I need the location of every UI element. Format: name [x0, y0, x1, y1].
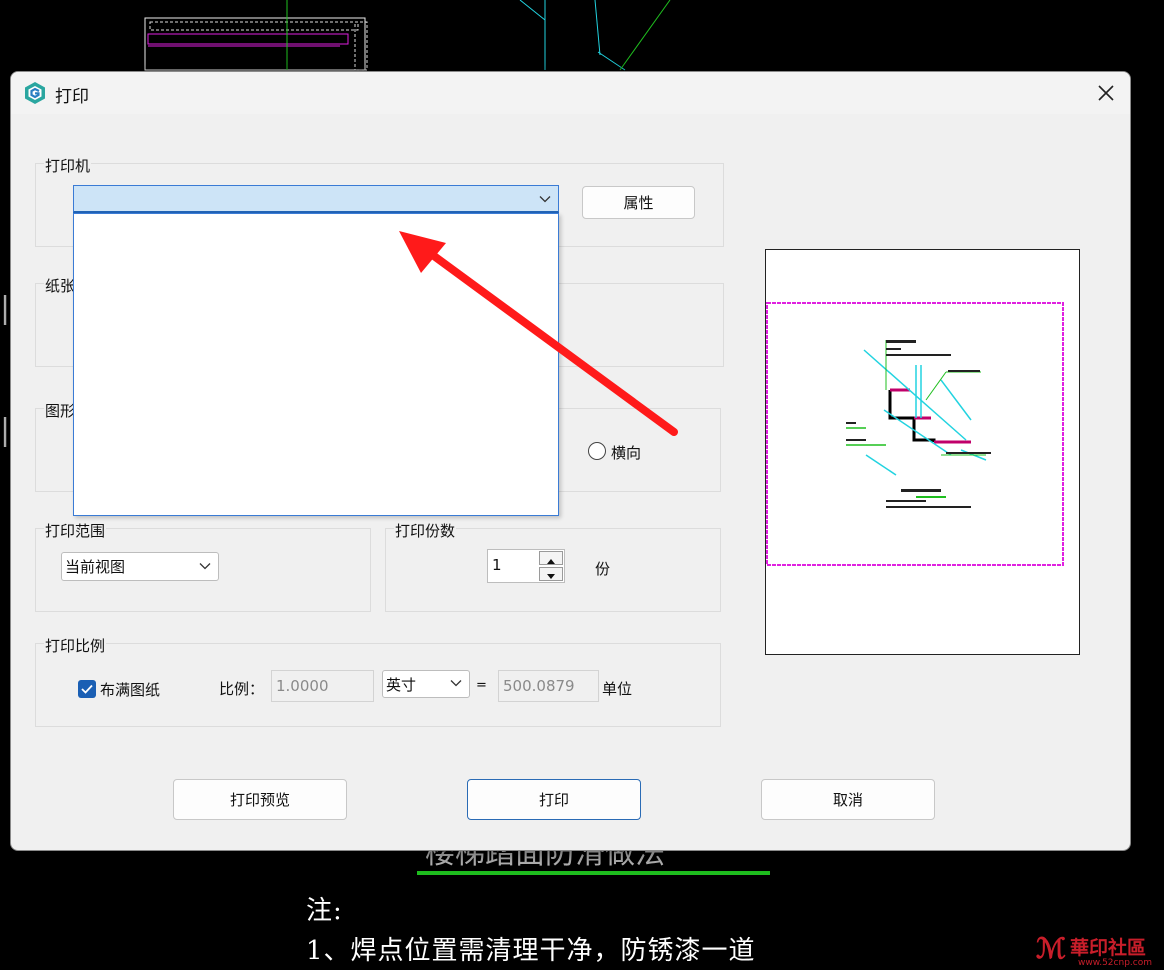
- chevron-down-icon: [450, 680, 462, 687]
- copies-unit: 份: [595, 560, 611, 578]
- close-icon: [1098, 85, 1114, 101]
- print-preview-button[interactable]: 打印预览: [173, 779, 347, 820]
- units-input[interactable]: 500.0879: [498, 670, 599, 702]
- triangle-down-icon: [547, 574, 555, 579]
- print-range-value: 当前视图: [65, 558, 126, 576]
- print-button[interactable]: 打印: [467, 779, 641, 820]
- copies-value: 1: [492, 556, 502, 574]
- cad-note-title: 注:: [306, 896, 343, 926]
- preview-drawing: [766, 302, 1064, 566]
- print-scale-group-label: 打印比例: [44, 635, 107, 656]
- checkmark-icon: [81, 684, 93, 694]
- cad-line: [597, 51, 626, 71]
- cad-text-fragment: |: [0, 291, 10, 326]
- ratio-input[interactable]: 1.0000: [271, 670, 374, 702]
- printer-select[interactable]: [73, 185, 559, 213]
- print-preview-pane: [765, 249, 1080, 655]
- copies-increment-button[interactable]: [539, 551, 563, 565]
- title-bar[interactable]: 打印: [11, 72, 1130, 114]
- fit-to-paper-label[interactable]: 布满图纸: [100, 679, 160, 700]
- cad-text-fragment: |: [0, 413, 10, 448]
- cad-underline: [417, 871, 770, 875]
- landscape-radio[interactable]: [588, 442, 606, 460]
- app-logo-icon: [25, 82, 45, 104]
- units-value: 500.0879: [503, 677, 575, 695]
- cad-wall-hatch: [144, 17, 368, 71]
- red-arrow-annotation: [399, 231, 678, 436]
- landscape-label[interactable]: 横向: [611, 442, 641, 463]
- print-range-select[interactable]: 当前视图: [61, 552, 219, 581]
- scale-unit-value: 英寸: [386, 675, 417, 694]
- units-label: 单位: [602, 680, 633, 698]
- properties-button[interactable]: 属性: [582, 186, 695, 219]
- copies-decrement-button[interactable]: [539, 567, 563, 581]
- paper-group-label: 纸张: [44, 275, 77, 296]
- triangle-up-icon: [547, 559, 555, 564]
- cad-line: [619, 0, 671, 71]
- cad-line: [594, 0, 601, 56]
- print-dialog: 打印 打印机 属性 纸张 图形 横向 打印范围 当前视图 打印份数 1 份 打印…: [10, 71, 1131, 851]
- watermark-url: www.52cnp.com: [1077, 958, 1152, 968]
- scale-unit-select[interactable]: 英寸: [382, 670, 470, 698]
- watermark-text: 華印社區: [1069, 937, 1146, 959]
- cancel-button[interactable]: 取消: [761, 779, 935, 820]
- close-button[interactable]: [1082, 72, 1130, 114]
- chevron-down-icon: [539, 196, 551, 203]
- chevron-down-icon: [199, 562, 211, 569]
- dialog-title: 打印: [55, 87, 89, 107]
- ratio-label: 比例：: [219, 680, 265, 698]
- printer-group-label: 打印机: [44, 155, 92, 176]
- fit-to-paper-checkbox[interactable]: [78, 680, 96, 698]
- print-range-group-label: 打印范围: [44, 520, 107, 541]
- equals-sign: =: [476, 678, 487, 693]
- cad-line: [519, 0, 546, 21]
- cad-note-line: 1、焊点位置需清理干净，防锈漆一道: [306, 936, 756, 966]
- watermark: ℳ 華印社區 www.52cnp.com: [1036, 928, 1160, 969]
- copies-group-label: 打印份数: [394, 520, 457, 541]
- orientation-group-label: 图形: [44, 400, 77, 421]
- watermark-logo-icon: ℳ: [1036, 931, 1066, 965]
- ratio-value: 1.0000: [276, 677, 329, 695]
